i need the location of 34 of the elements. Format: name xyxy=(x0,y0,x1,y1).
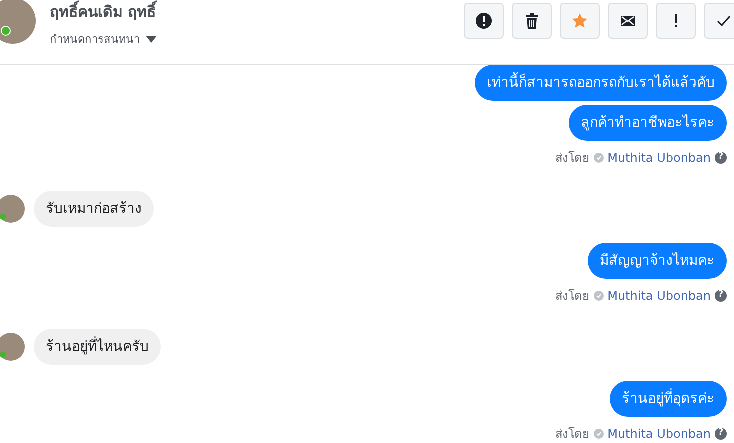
sent-message: ร้านอยู่ที่อุดรค่ะ xyxy=(610,381,727,417)
sent-message: เท่านี้ก็สามารถออกรถกับเราได้แล้วคับ xyxy=(475,65,727,101)
online-dot xyxy=(0,352,6,358)
alert-icon xyxy=(476,13,492,29)
help-icon[interactable]: ? xyxy=(715,428,727,440)
trash-icon xyxy=(524,13,540,29)
sent-by-label: ส่งโดย xyxy=(556,426,590,443)
received-message: รับเหมาก่อสร้าง xyxy=(34,191,154,227)
sender-name: Muthita Ubonban xyxy=(608,288,711,302)
online-dot xyxy=(0,214,6,220)
sent-by-label: ส่งโดย xyxy=(556,150,590,167)
help-icon[interactable]: ? xyxy=(715,152,727,164)
sent-message: มีสัญญาจ้างไหมคะ xyxy=(588,243,727,279)
envelope-icon xyxy=(620,13,636,29)
exclamation-icon xyxy=(674,14,678,28)
sender-name: Muthita Ubonban xyxy=(608,150,711,164)
conversation-settings-link[interactable]: กำหนดการสนทนา xyxy=(50,30,140,48)
check-circle-icon xyxy=(594,152,604,162)
alert-button[interactable] xyxy=(464,3,504,39)
contact-name: ฤทธิ์คนเดิม ฤทธิ์ xyxy=(50,0,157,24)
caret-icon[interactable] xyxy=(146,36,157,42)
star-button[interactable] xyxy=(560,3,600,39)
sent-message: ลูกค้าทำอาชีพอะไรคะ xyxy=(569,105,727,141)
sent-by-label: ส่งโดย xyxy=(556,288,590,305)
check-circle-icon xyxy=(594,428,604,438)
check-circle-icon xyxy=(594,290,604,300)
checkmark-icon xyxy=(716,13,732,29)
sender-name: Muthita Ubonban xyxy=(608,426,711,440)
help-icon[interactable]: ? xyxy=(715,290,727,302)
done-button[interactable] xyxy=(704,3,734,39)
envelope-button[interactable] xyxy=(608,3,648,39)
received-message: ร้านอยู่ที่ไหนครับ xyxy=(34,329,161,365)
star-icon xyxy=(572,13,588,29)
trash-button[interactable] xyxy=(512,3,552,39)
